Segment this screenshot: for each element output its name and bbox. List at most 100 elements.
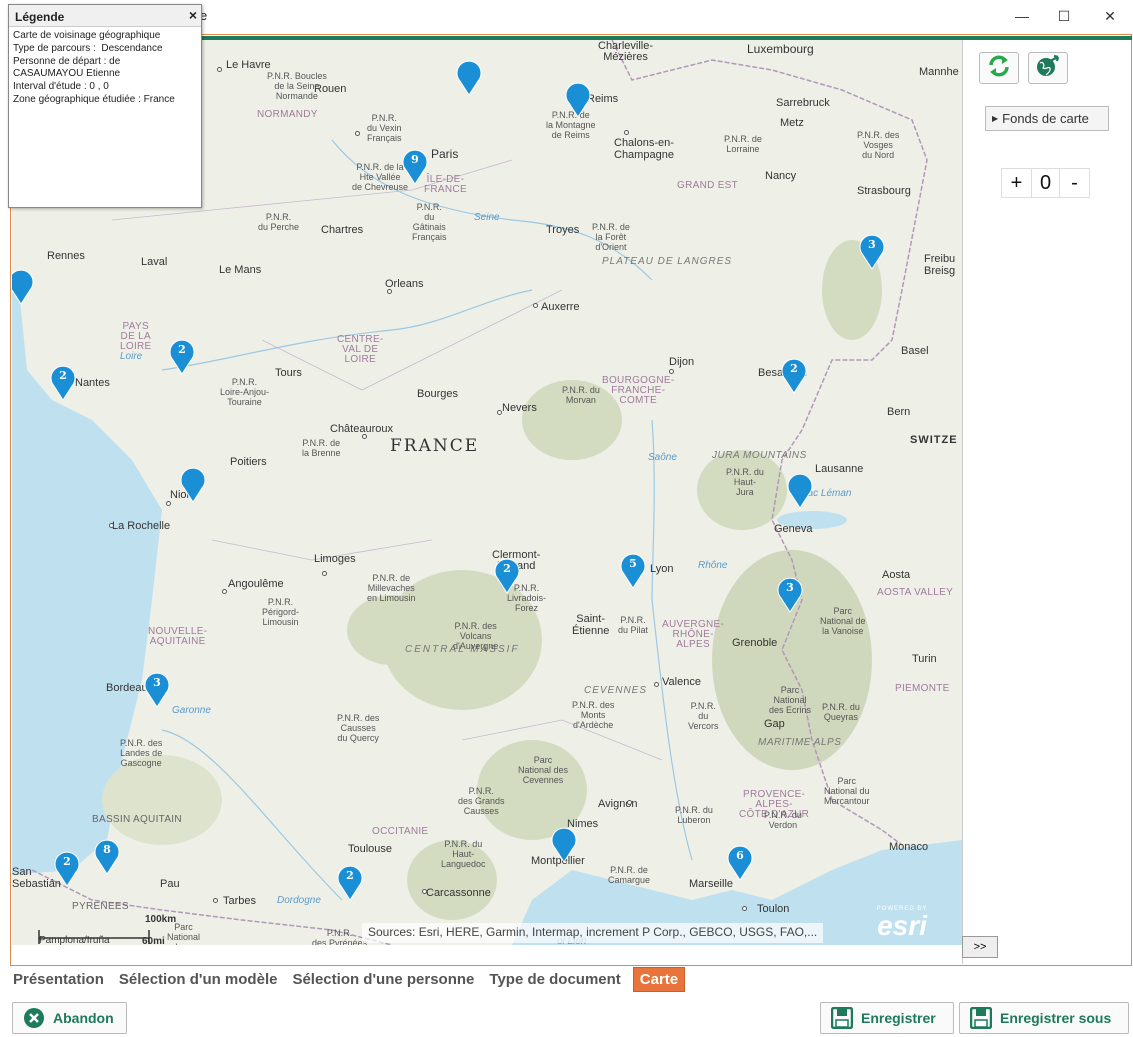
- city-label: Poitiers: [230, 456, 267, 468]
- city-label: Tarbes: [223, 895, 257, 907]
- map-marker[interactable]: 2: [167, 336, 197, 376]
- park-label: P.N.R. de la Brenne: [302, 438, 341, 458]
- legend-line: Personne de départ : de: [13, 55, 121, 67]
- expand-panel-button[interactable]: >>: [962, 936, 998, 958]
- region-label: BOURGOGNE- FRANCHE- COMTE: [602, 375, 675, 406]
- city-dot: [533, 303, 538, 308]
- refresh-button[interactable]: [979, 52, 1019, 84]
- region-label: NORMANDY: [257, 109, 318, 120]
- city-dot: [497, 410, 502, 415]
- city-label: Monaco: [889, 841, 929, 853]
- zoom-in-button[interactable]: +: [1002, 169, 1031, 197]
- city-label: Basel: [901, 345, 929, 357]
- save-as-button[interactable]: Enregistrer sous: [959, 1002, 1129, 1034]
- city-label: Aosta: [882, 569, 911, 581]
- park-label: P.N.R. de la Forêt d'Orient: [592, 222, 630, 252]
- basemap-button[interactable]: ▶ Fonds de carte: [985, 106, 1109, 131]
- region-label: PYRENEES: [72, 901, 129, 912]
- city-dot: [627, 800, 632, 805]
- city-label: Troyes: [546, 224, 580, 236]
- city-label: La Rochelle: [112, 520, 171, 532]
- legend-close-button[interactable]: ×: [189, 7, 197, 23]
- esri-logo: POWERED BY esri: [876, 906, 928, 941]
- map-tools-panel: ▶ Fonds de carte + 0 -: [962, 40, 1130, 964]
- globe-arrow-icon: [1034, 53, 1062, 84]
- export-map-button[interactable]: [1028, 52, 1068, 84]
- zoom-out-button[interactable]: -: [1060, 169, 1089, 197]
- map-marker[interactable]: 2: [779, 355, 809, 395]
- legend-line: Interval d'étude : 0 , 0: [13, 81, 109, 93]
- tab-document-type[interactable]: Type de document: [486, 968, 623, 991]
- tab-person-selection[interactable]: Sélection d'une personne: [289, 968, 477, 991]
- legend-title: Légende: [15, 10, 65, 24]
- map-marker[interactable]: 8: [92, 836, 122, 876]
- map-marker[interactable]: [563, 79, 593, 119]
- map-marker[interactable]: 2: [52, 848, 82, 888]
- minimize-button[interactable]: —: [1002, 4, 1042, 28]
- river-label: Saône: [648, 452, 677, 463]
- park-label: P.N.R. du Haut- Languedoc: [441, 839, 486, 869]
- map-marker[interactable]: [785, 470, 815, 510]
- city-label: Chalons-en- Champagne: [614, 137, 674, 161]
- legend-line: Type de parcours : Descendance: [13, 42, 163, 54]
- region-label: GRAND EST: [677, 180, 739, 191]
- park-label: P.N.R. du Pilat: [618, 615, 649, 635]
- tab-presentation[interactable]: Présentation: [10, 968, 107, 991]
- region-label: AOSTA VALLEY: [877, 587, 954, 598]
- map-marker[interactable]: 9: [400, 146, 430, 186]
- river-label: Seine: [474, 212, 500, 223]
- river-label: Loire: [120, 351, 143, 362]
- map-marker[interactable]: 3: [142, 669, 172, 709]
- park-label: P.N.R. de Camargue: [608, 865, 651, 885]
- park-label: P.N.R. du Queyras: [822, 702, 860, 722]
- city-label: Avignon: [598, 798, 638, 810]
- park-label: P.N.R. Boucles de la Seine Normande: [267, 71, 327, 101]
- city-label: Le Havre: [226, 59, 271, 71]
- region-label: AUVERGNE- RHÔNE- ALPES: [662, 619, 725, 650]
- map-marker[interactable]: 2: [335, 862, 365, 902]
- map-marker[interactable]: 3: [775, 574, 805, 614]
- city-label: Auxerre: [541, 301, 580, 313]
- cancel-circle-icon: [23, 1007, 45, 1029]
- region-label: ÎLE-DE- FRANCE: [424, 174, 467, 195]
- park-label: Parc National des Cevennes: [518, 755, 569, 785]
- region-label: PIEMONTE: [895, 683, 950, 694]
- map-marker[interactable]: [12, 266, 36, 306]
- tab-model-selection[interactable]: Sélection d'un modèle: [116, 968, 281, 991]
- city-label: Chartres: [321, 224, 364, 236]
- city-label: Toulon: [757, 903, 790, 915]
- city-dot: [669, 369, 674, 374]
- region-label: NOUVELLE- AQUITAINE: [148, 626, 208, 647]
- map-marker[interactable]: 2: [48, 362, 78, 402]
- map-marker[interactable]: [549, 824, 579, 864]
- city-label: Nancy: [765, 170, 797, 182]
- save-button[interactable]: Enregistrer: [820, 1002, 954, 1034]
- river-label: Garonne: [172, 705, 211, 716]
- city-label: Turin: [912, 653, 937, 665]
- city-label: Tours: [275, 367, 302, 379]
- feature-label: PLATEAU DE LANGRES: [602, 256, 733, 267]
- map-marker[interactable]: [178, 464, 208, 504]
- city-label: Limoges: [314, 553, 356, 565]
- tab-map[interactable]: Carte: [632, 966, 686, 992]
- city-dot: [362, 434, 367, 439]
- map-marker[interactable]: 5: [618, 550, 648, 590]
- map-marker[interactable]: 6: [725, 842, 755, 882]
- map-marker[interactable]: 2: [492, 555, 522, 595]
- park-label: P.N.R. de Lorraine: [724, 134, 762, 154]
- park-label: P.N.R. des Monts d'Ardèche: [572, 700, 615, 730]
- basemap-label: Fonds de carte: [1002, 111, 1089, 126]
- floppy-disk-icon: [970, 1007, 992, 1029]
- close-window-button[interactable]: ✕: [1090, 4, 1130, 28]
- map-marker[interactable]: [454, 57, 484, 97]
- park-label: P.N.R. des Grands Causses: [458, 786, 505, 816]
- city-dot: [387, 289, 392, 294]
- park-label: P.N.R. des Vosges du Nord: [857, 130, 900, 160]
- city-label: Dijon: [669, 356, 695, 368]
- abandon-button[interactable]: Abandon: [12, 1002, 127, 1034]
- city-dot: [355, 131, 360, 136]
- maximize-button[interactable]: ☐: [1044, 4, 1084, 28]
- city-label: Angoulême: [228, 578, 284, 590]
- park-label: P.N.R. du Luberon: [675, 805, 713, 825]
- map-marker[interactable]: 3: [857, 231, 887, 271]
